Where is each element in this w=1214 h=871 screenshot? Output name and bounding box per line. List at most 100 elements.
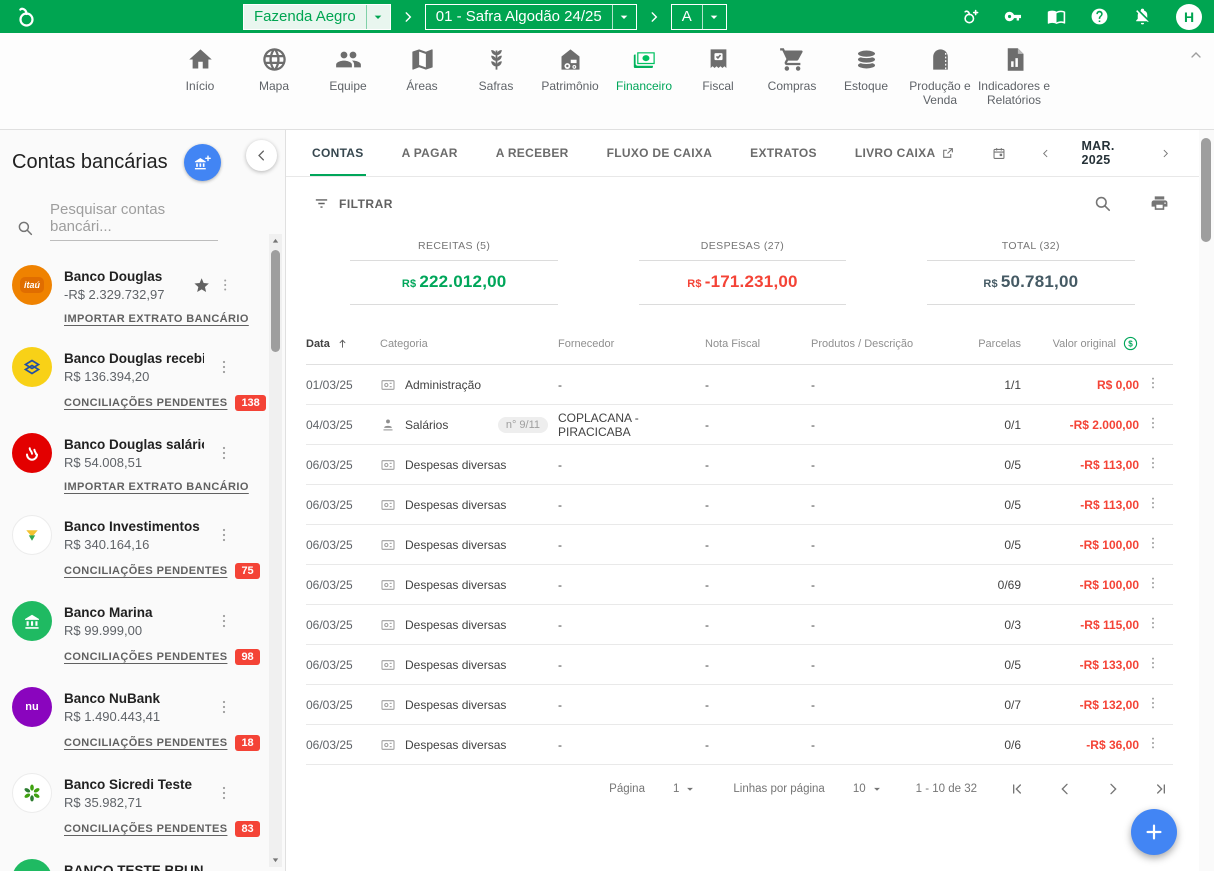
tab-contas[interactable]: CONTAS — [312, 130, 364, 176]
help-icon[interactable] — [1090, 7, 1109, 26]
key-icon[interactable] — [1004, 7, 1023, 26]
row-menu-icon[interactable] — [1145, 615, 1161, 631]
account-menu-icon[interactable] — [215, 612, 233, 630]
season-selector-caret[interactable] — [612, 5, 636, 29]
nav-item-financeiro[interactable]: Financeiro — [607, 46, 681, 94]
table-row[interactable]: 06/03/25Despesas diversas---0/3-R$ 115,0… — [306, 605, 1173, 645]
row-menu-icon[interactable] — [1145, 415, 1161, 431]
import-statement-link[interactable]: IMPORTAR EXTRATO BANCÁRIO — [64, 481, 249, 493]
row-menu-icon[interactable] — [1145, 455, 1161, 471]
next-page-button[interactable] — [1105, 781, 1121, 797]
pending-reconciliations-link[interactable]: CONCILIAÇÕES PENDENTES — [64, 737, 227, 749]
account-menu-icon[interactable] — [215, 784, 233, 802]
scroll-down-icon[interactable] — [269, 853, 282, 867]
nav-item-indicadores-e-relatorios[interactable]: Indicadores e Relatórios — [977, 46, 1051, 108]
row-menu-icon[interactable] — [1145, 655, 1161, 671]
bank-account-item[interactable]: Banco Douglas salário Ti...R$ 54.008,51 I… — [12, 423, 285, 505]
import-statement-link[interactable]: IMPORTAR EXTRATO BANCÁRIO — [64, 313, 249, 325]
account-menu-icon[interactable] — [215, 358, 233, 376]
column-header-valor-original[interactable]: Valor original$ — [1027, 335, 1139, 352]
bank-account-item[interactable]: Banco Douglas recebime...R$ 136.394,20 CO… — [12, 337, 285, 423]
filter-button[interactable]: FILTRAR — [313, 195, 393, 212]
nav-item-compras[interactable]: Compras — [755, 46, 829, 94]
bank-account-item[interactable]: BANCO TESTE BRUNAR$ 4.459,51 — [12, 849, 285, 871]
bank-account-row[interactable]: Banco Douglas salário Ti...R$ 54.008,51 — [12, 433, 285, 473]
tab-a-receber[interactable]: A RECEBER — [496, 130, 569, 176]
nav-item-equipe[interactable]: Equipe — [311, 46, 385, 94]
sort-ascending-icon[interactable] — [336, 337, 349, 350]
pending-reconciliations-link[interactable]: CONCILIAÇÕES PENDENTES — [64, 397, 227, 409]
bank-account-row[interactable]: BANCO TESTE BRUNAR$ 4.459,51 — [12, 859, 285, 871]
nav-item-safras[interactable]: Safras — [459, 46, 533, 94]
tab-livro-caixa[interactable]: LIVRO CAIXA — [855, 130, 955, 176]
table-row[interactable]: 06/03/25Despesas diversas---0/5-R$ 113,0… — [306, 445, 1173, 485]
book-icon[interactable] — [1047, 7, 1066, 26]
bank-account-row[interactable]: Banco Douglas recebime...R$ 136.394,20 — [12, 347, 285, 387]
add-transaction-fab[interactable] — [1131, 809, 1177, 855]
pending-reconciliations-link[interactable]: CONCILIAÇÕES PENDENTES — [64, 823, 227, 835]
tab-a-pagar[interactable]: A PAGAR — [402, 130, 458, 176]
account-menu-icon[interactable] — [215, 698, 233, 716]
column-header-produtos-descricao[interactable]: Produtos / Descrição — [811, 338, 951, 350]
avatar[interactable]: H — [1176, 4, 1202, 30]
table-row[interactable]: 06/03/25Despesas diversas---0/6-R$ 36,00 — [306, 725, 1173, 765]
row-menu-icon[interactable] — [1145, 375, 1161, 391]
sidebar-scrollbar-thumb[interactable] — [271, 250, 280, 352]
print-icon[interactable] — [1150, 194, 1169, 213]
table-row[interactable]: 06/03/25Despesas diversas---0/7-R$ 132,0… — [306, 685, 1173, 725]
favorite-star-icon[interactable] — [193, 276, 210, 295]
table-row[interactable]: 06/03/25Despesas diversas---0/69-R$ 100,… — [306, 565, 1173, 605]
account-menu-icon[interactable] — [215, 444, 233, 462]
column-header-categoria[interactable]: Categoria — [380, 338, 552, 350]
nav-item-patrimonio[interactable]: Patrimônio — [533, 46, 607, 94]
farm-selector[interactable]: Fazenda Aegro — [243, 4, 391, 30]
page-select[interactable]: 1 — [673, 782, 697, 796]
row-menu-icon[interactable] — [1145, 495, 1161, 511]
column-header-parcelas[interactable]: Parcelas — [957, 338, 1021, 350]
pending-reconciliations-link[interactable]: CONCILIAÇÕES PENDENTES — [64, 565, 227, 577]
bank-account-row[interactable]: Banco MarinaR$ 99.999,00 — [12, 601, 285, 641]
nav-item-areas[interactable]: Áreas — [385, 46, 459, 94]
org-selector[interactable]: A — [671, 4, 727, 30]
scroll-up-icon[interactable] — [269, 234, 282, 248]
season-selector[interactable]: 01 - Safra Algodão 24/25 — [425, 4, 637, 30]
aegro-add-icon[interactable] — [961, 7, 980, 26]
table-row[interactable]: 06/03/25Despesas diversas---0/5-R$ 113,0… — [306, 485, 1173, 525]
tab-extratos[interactable]: EXTRATOS — [750, 130, 817, 176]
nav-item-producao-e-venda[interactable]: Produção e Venda — [903, 46, 977, 108]
bank-account-row[interactable]: nuBanco NuBankR$ 1.490.443,41 — [12, 687, 285, 727]
page-scrollbar-thumb[interactable] — [1201, 138, 1211, 242]
bank-account-row[interactable]: Banco Sicredi TesteR$ 35.982,71 — [12, 773, 285, 813]
account-menu-icon[interactable] — [215, 526, 233, 544]
bank-account-item[interactable]: itaúBanco Douglas-R$ 2.329.732,97IMPORTA… — [12, 255, 285, 337]
nav-item-inicio[interactable]: Início — [163, 46, 237, 94]
nav-item-mapa[interactable]: Mapa — [237, 46, 311, 94]
table-row[interactable]: 04/03/25Saláriosn° 9/11COPLACANA - PIRAC… — [306, 405, 1173, 445]
page-scrollbar[interactable] — [1199, 130, 1214, 871]
row-menu-icon[interactable] — [1145, 695, 1161, 711]
search-input[interactable]: Pesquisar contas bancári... — [16, 201, 271, 241]
row-menu-icon[interactable] — [1145, 735, 1161, 751]
account-menu-icon[interactable] — [217, 276, 233, 294]
pending-reconciliations-link[interactable]: CONCILIAÇÕES PENDENTES — [64, 651, 227, 663]
column-header-nota-fiscal[interactable]: Nota Fiscal — [705, 338, 805, 350]
column-header-data[interactable]: Data — [306, 337, 374, 350]
bank-account-item[interactable]: nuBanco NuBankR$ 1.490.443,41 CONCILIAÇÕE… — [12, 677, 285, 763]
sidebar-scrollbar[interactable] — [269, 234, 282, 867]
nav-item-fiscal[interactable]: Fiscal — [681, 46, 755, 94]
previous-page-button[interactable] — [1057, 781, 1073, 797]
tab-fluxo-de-caixa[interactable]: FLUXO DE CAIXA — [607, 130, 713, 176]
farm-selector-caret[interactable] — [366, 5, 390, 29]
nav-item-estoque[interactable]: Estoque — [829, 46, 903, 94]
add-bank-account-button[interactable] — [184, 144, 221, 181]
bank-account-item[interactable]: Banco Sicredi TesteR$ 35.982,71 CONCILIAÇ… — [12, 763, 285, 849]
table-row[interactable]: 06/03/25Despesas diversas---0/5-R$ 133,0… — [306, 645, 1173, 685]
row-menu-icon[interactable] — [1145, 575, 1161, 591]
last-page-button[interactable] — [1153, 781, 1169, 797]
org-selector-caret[interactable] — [702, 5, 726, 29]
column-header-fornecedor[interactable]: Fornecedor — [558, 338, 699, 350]
row-menu-icon[interactable] — [1145, 535, 1161, 551]
bank-account-item[interactable]: Banco MarinaR$ 99.999,00 CONCILIAÇÕES PEN… — [12, 591, 285, 677]
previous-month-button[interactable] — [1040, 146, 1051, 161]
first-page-button[interactable] — [1009, 781, 1025, 797]
